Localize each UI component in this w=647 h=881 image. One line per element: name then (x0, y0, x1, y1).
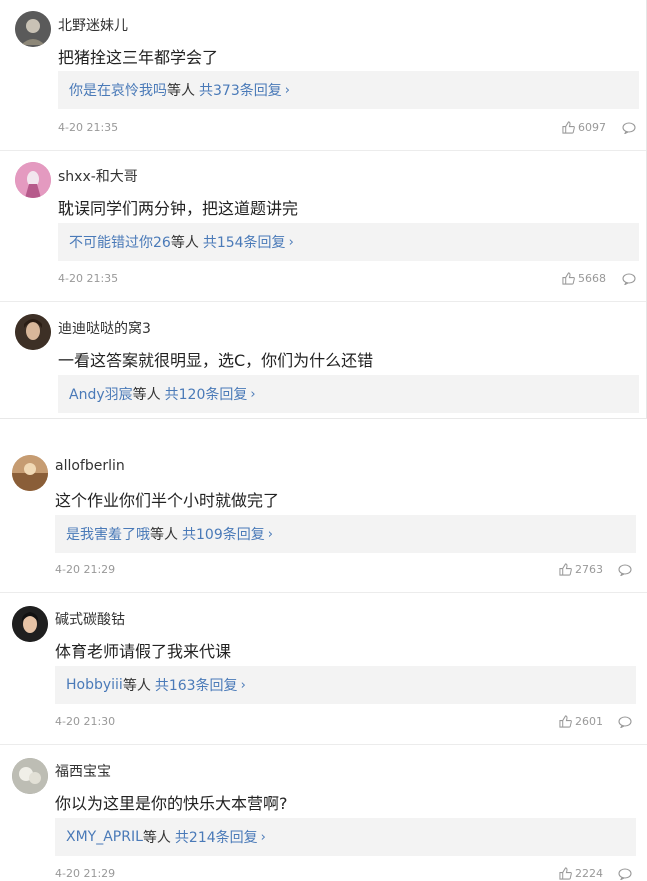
thumbs-up-icon (562, 121, 575, 134)
comment-panel-top: 北野迷妹儿 把猪拴这三年都学会了 你是在哀怜我吗 等人 共373条回复 › 4-20 … (0, 0, 647, 418)
reply-users-link[interactable]: Hobbyiii (66, 677, 123, 693)
timestamp: 4-20 21:29 (55, 867, 116, 880)
comment-item: 福西宝宝 你以为这里是你的快乐大本营啊? XMY_APRIL 等人 共214条回复 ›… (0, 745, 647, 881)
reply-mid-text: 等人 (142, 830, 171, 846)
reply-users-link[interactable]: 是我害羞了哦 (66, 524, 150, 544)
comment-text: 你以为这里是你的快乐大本营啊? (55, 794, 288, 813)
like-count: 6097 (578, 121, 606, 134)
thumbs-up-icon (559, 715, 572, 728)
like-button[interactable]: 5668 (562, 272, 606, 285)
avatar[interactable] (15, 162, 51, 198)
reply-summary[interactable]: 你是在哀怜我吗 等人 共373条回复 › (58, 71, 639, 109)
chevron-right-icon: › (267, 526, 273, 542)
comment-item: allofberlin 这个作业你们半个小时就做完了 是我害羞了哦 等人 共109条… (0, 450, 647, 593)
like-count: 5668 (578, 272, 606, 285)
reply-users-link[interactable]: XMY_APRIL (66, 829, 143, 845)
timestamp: 4-20 21:30 (55, 715, 116, 728)
reply-summary[interactable]: XMY_APRIL 等人 共214条回复 › (55, 818, 636, 856)
reply-summary[interactable]: 不可能错过你26 等人 共154条回复 › (58, 223, 639, 261)
comment-page: 北野迷妹儿 把猪拴这三年都学会了 你是在哀怜我吗 等人 共373条回复 › 4-20 … (0, 0, 647, 881)
reply-count-link[interactable]: 共214条回复 (175, 827, 258, 847)
reply-count-link[interactable]: 共109条回复 (182, 524, 265, 544)
reply-mid-text: 等人 (167, 83, 195, 99)
reply-mid-text: 等人 (132, 387, 161, 403)
thumbs-up-icon (562, 272, 575, 285)
avatar[interactable] (12, 455, 48, 491)
timestamp: 4-20 21:35 (58, 272, 119, 285)
chevron-right-icon: › (250, 386, 256, 402)
username[interactable]: 北野迷妹儿 (58, 15, 128, 35)
avatar[interactable] (15, 314, 51, 350)
comment-text: 一看这答案就很明显，选C，你们为什么还错 (58, 351, 374, 370)
avatar[interactable] (15, 11, 51, 47)
avatar[interactable] (12, 606, 48, 642)
username[interactable]: 碱式碳酸钴 (55, 609, 125, 629)
username[interactable]: 迪迪哒哒的窝3 (58, 318, 151, 338)
chevron-right-icon: › (288, 234, 294, 250)
timestamp: 4-20 21:29 (55, 563, 116, 576)
comment-text: 体育老师请假了我来代课 (55, 642, 232, 661)
comment-item: 北野迷妹儿 把猪拴这三年都学会了 你是在哀怜我吗 等人 共373条回复 › 4-20 … (0, 0, 646, 151)
avatar[interactable] (12, 758, 48, 794)
reply-mid-text: 等人 (122, 678, 151, 694)
username[interactable]: 福西宝宝 (55, 761, 111, 781)
reply-mid-text: 等人 (150, 527, 178, 543)
like-count: 2601 (575, 715, 603, 728)
comment-text: 把猪拴这三年都学会了 (58, 48, 219, 67)
reply-summary[interactable]: Andy羽宸 等人 共120条回复 › (58, 375, 639, 413)
reply-users-link[interactable]: 不可能错过你26 (69, 232, 171, 252)
comment-item: 碱式碳酸钴 体育老师请假了我来代课 Hobbyiii 等人 共163条回复 › 4-2… (0, 593, 647, 745)
reply-count-link[interactable]: 共120条回复 (165, 384, 248, 404)
chevron-right-icon: › (284, 82, 290, 98)
reply-count-link[interactable]: 共373条回复 (199, 80, 282, 100)
username[interactable]: allofberlin (55, 458, 125, 474)
reply-bubble-icon[interactable] (618, 868, 632, 880)
like-count: 2224 (575, 867, 603, 880)
comment-item: 迪迪哒哒的窝3 一看这答案就很明显，选C，你们为什么还错 Andy羽宸 等人 共12… (0, 302, 646, 418)
reply-bubble-icon[interactable] (618, 716, 632, 728)
reply-summary[interactable]: 是我害羞了哦 等人 共109条回复 › (55, 515, 636, 553)
comment-panel-bottom: allofberlin 这个作业你们半个小时就做完了 是我害羞了哦 等人 共109条… (0, 450, 647, 881)
like-count: 2763 (575, 563, 603, 576)
like-button[interactable]: 2763 (559, 563, 603, 576)
reply-summary[interactable]: Hobbyiii 等人 共163条回复 › (55, 666, 636, 704)
reply-mid-text: 等人 (170, 235, 199, 251)
comment-item: shxx-和大哥 耽误同学们两分钟，把这道题讲完 不可能错过你26 等人 共154条… (0, 151, 646, 302)
username[interactable]: shxx-和大哥 (58, 166, 138, 186)
reply-bubble-icon[interactable] (622, 122, 636, 134)
timestamp: 4-20 21:35 (58, 121, 119, 134)
like-button[interactable]: 2601 (559, 715, 603, 728)
comment-text: 这个作业你们半个小时就做完了 (55, 491, 280, 510)
section-divider (0, 418, 647, 451)
chevron-right-icon: › (260, 829, 266, 845)
reply-users-link[interactable]: Andy羽宸 (69, 384, 133, 404)
thumbs-up-icon (559, 563, 572, 576)
reply-bubble-icon[interactable] (618, 564, 632, 576)
like-button[interactable]: 6097 (562, 121, 606, 134)
comment-text: 耽误同学们两分钟，把这道题讲完 (58, 199, 299, 218)
reply-count-link[interactable]: 共154条回复 (203, 232, 286, 252)
chevron-right-icon: › (240, 677, 246, 693)
reply-users-link[interactable]: 你是在哀怜我吗 (69, 80, 167, 100)
reply-bubble-icon[interactable] (622, 273, 636, 285)
thumbs-up-icon (559, 867, 572, 880)
like-button[interactable]: 2224 (559, 867, 603, 880)
reply-count-link[interactable]: 共163条回复 (155, 675, 238, 695)
